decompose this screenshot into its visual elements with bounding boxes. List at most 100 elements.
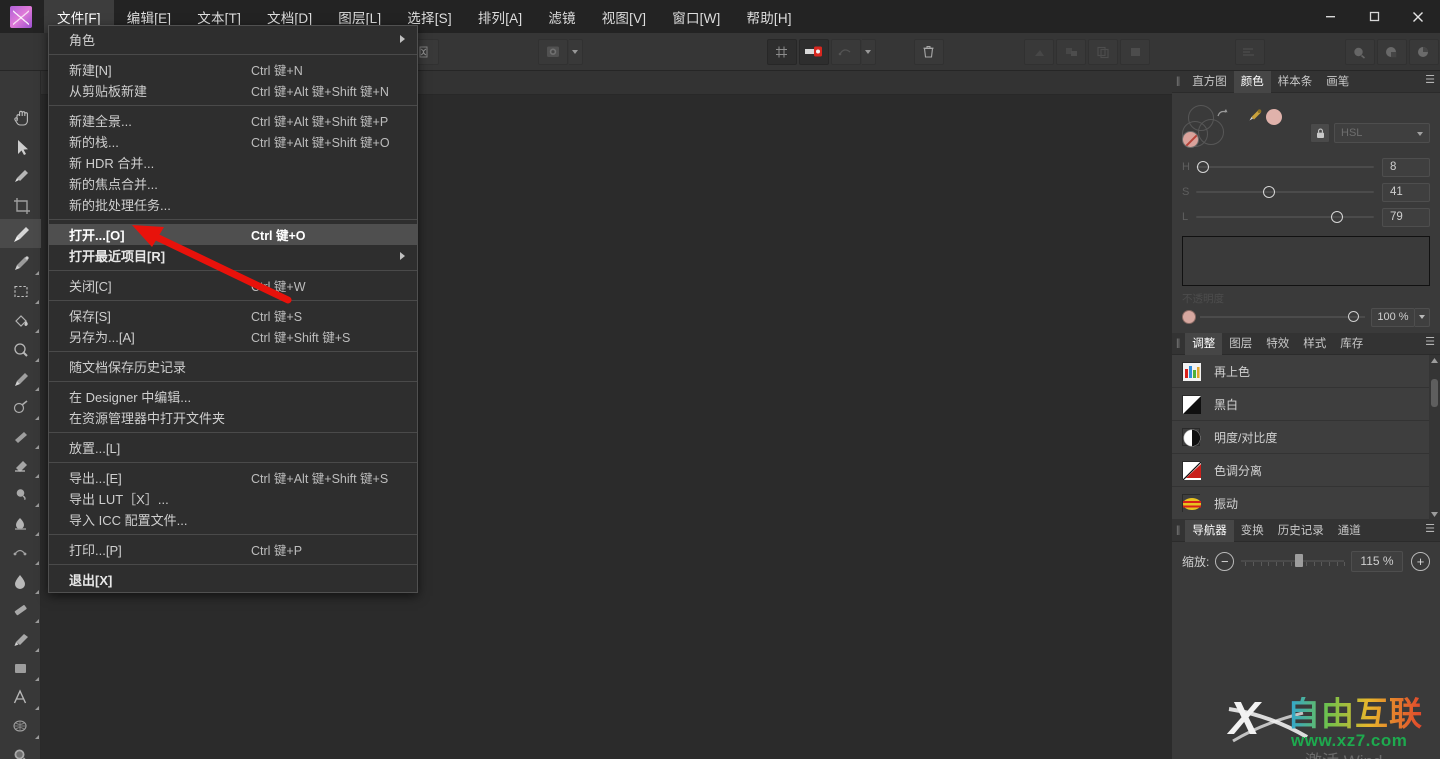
menu-10[interactable]: 帮助[H] — [734, 0, 805, 33]
toolbar-lens-dropdown-caret[interactable] — [568, 38, 583, 65]
tool-smudge-icon[interactable] — [0, 422, 41, 451]
scrollbar-thumb[interactable] — [1431, 379, 1438, 407]
tool-mesh-grid-icon[interactable] — [0, 712, 41, 741]
file-menu-item-32[interactable]: 退出[X] — [49, 569, 417, 590]
panel-grip-icon[interactable]: || — [1176, 338, 1180, 349]
toolbar-grid-icon[interactable] — [766, 38, 797, 65]
file-menu-item-21[interactable]: 在 Designer 中编辑... — [49, 386, 417, 407]
color-tab-1[interactable]: 颜色 — [1233, 70, 1271, 93]
zoom-in-button[interactable]: + — [1411, 551, 1430, 571]
toolbar-distribute-icon[interactable] — [1234, 38, 1265, 65]
adjust-panel-tabs[interactable]: || 调整 图层 特效 样式 库存 ☰ — [1172, 332, 1440, 355]
menu-9[interactable]: 窗口[W] — [659, 0, 733, 33]
hsl-slider-value-2[interactable]: 79 — [1382, 207, 1430, 227]
tool-pixel-brush-icon[interactable] — [0, 248, 41, 277]
color-wheel-widget[interactable] — [1182, 101, 1240, 153]
menu-7[interactable]: 滤镜 — [535, 0, 588, 33]
adjust-tab-2[interactable]: 特效 — [1259, 333, 1296, 355]
panel-menu-icon[interactable]: ☰ — [1425, 337, 1435, 348]
toolbar-align-bottom-icon[interactable] — [1056, 38, 1087, 65]
current-color-swatch[interactable] — [1266, 109, 1282, 125]
scroll-up-icon[interactable] — [1429, 355, 1440, 366]
minimize-button[interactable] — [1308, 0, 1352, 33]
tool-sponge-icon[interactable] — [0, 509, 41, 538]
file-menu-item-3[interactable]: 从剪贴板新建 Ctrl 键+Alt 键+Shift 键+N — [49, 80, 417, 101]
toolbar-snapping-dropdown-caret[interactable] — [861, 38, 876, 65]
color-tab-2[interactable]: 样本条 — [1271, 71, 1320, 93]
file-menu-item-30[interactable]: 打印...[P] Ctrl 键+P — [49, 539, 417, 560]
file-menu-item-2[interactable]: 新建[N] Ctrl 键+N — [49, 59, 417, 80]
toolbar-blend-icon[interactable] — [1344, 38, 1375, 65]
toolbar-pie-icon[interactable] — [1408, 38, 1439, 65]
tool-gradient-icon[interactable] — [0, 596, 41, 625]
adjust-tab-4[interactable]: 库存 — [1333, 333, 1370, 355]
file-menu-item-27[interactable]: 导出 LUT［X］... — [49, 488, 417, 509]
tool-crop-icon[interactable] — [0, 190, 41, 219]
file-menu-item-11[interactable]: 打开...[O] Ctrl 键+O — [49, 224, 417, 245]
tool-pan-hand-icon[interactable] — [0, 103, 41, 132]
hsl-slider-value-1[interactable]: 41 — [1382, 182, 1430, 202]
tool-healing-brush-icon[interactable] — [0, 393, 41, 422]
tool-color-picker-icon[interactable] — [0, 161, 41, 190]
menu-8[interactable]: 视图[V] — [589, 0, 660, 33]
tool-marquee-select-icon[interactable] — [0, 277, 41, 306]
tool-water-drop-icon[interactable] — [0, 567, 41, 596]
opacity-value[interactable]: 100 % — [1371, 307, 1415, 327]
close-button[interactable] — [1396, 0, 1440, 33]
tool-eraser-icon[interactable] — [0, 451, 41, 480]
opacity-dropdown-caret[interactable] — [1415, 307, 1430, 327]
adjust-tab-0[interactable]: 调整 — [1185, 332, 1223, 355]
file-menu-item-22[interactable]: 在资源管理器中打开文件夹 — [49, 407, 417, 428]
toolbar-assistant-icon[interactable] — [798, 38, 829, 65]
tool-paint-brush-icon[interactable] — [0, 219, 41, 248]
swap-colors-icon[interactable] — [1216, 107, 1230, 123]
toolbar-mask-icon[interactable] — [1376, 38, 1407, 65]
color-tab-3[interactable]: 画笔 — [1319, 71, 1356, 93]
menu-6[interactable]: 排列[A] — [465, 0, 536, 33]
toolbar-trash-icon[interactable] — [913, 38, 944, 65]
adjust-tab-1[interactable]: 图层 — [1222, 333, 1259, 355]
toolbar-fill-icon[interactable] — [1120, 38, 1151, 65]
file-menu-item-6[interactable]: 新的栈... Ctrl 键+Alt 键+Shift 键+O — [49, 131, 417, 152]
adjustment-row[interactable]: 色调分离 — [1172, 454, 1440, 487]
tool-blur-icon[interactable] — [0, 480, 41, 509]
scroll-down-icon[interactable] — [1429, 509, 1440, 520]
tool-move-arrow-icon[interactable] — [0, 132, 41, 161]
adjustments-scrollbar[interactable] — [1429, 355, 1440, 520]
tool-clone-brush-icon[interactable] — [0, 364, 41, 393]
adjust-tab-3[interactable]: 样式 — [1296, 333, 1333, 355]
color-tab-0[interactable]: 直方图 — [1185, 71, 1234, 93]
navigator-tab-0[interactable]: 导航器 — [1185, 519, 1234, 542]
hsl-slider-track-1[interactable] — [1196, 185, 1374, 199]
tool-flood-fill-icon[interactable] — [0, 306, 41, 335]
toolbar-align-left-icon[interactable] — [1024, 38, 1055, 65]
navigator-tab-2[interactable]: 历史记录 — [1271, 520, 1331, 542]
adjustment-row[interactable]: 振动 — [1172, 487, 1440, 520]
opacity-slider[interactable] — [1200, 310, 1365, 324]
file-menu-item-5[interactable]: 新建全景... Ctrl 键+Alt 键+Shift 键+P — [49, 110, 417, 131]
tool-pen-icon[interactable] — [0, 625, 41, 654]
color-model-select[interactable]: HSL — [1334, 123, 1430, 143]
panel-grip-icon[interactable]: || — [1176, 76, 1180, 87]
toolbar-duplicate-icon[interactable] — [1088, 38, 1119, 65]
toolbar-snapping-icon[interactable] — [830, 38, 861, 65]
color-panel-tabs[interactable]: || 直方图 颜色 样本条 画笔 ☰ — [1172, 70, 1440, 93]
tool-artistic-text-icon[interactable] — [0, 683, 41, 712]
panel-menu-icon[interactable]: ☰ — [1425, 524, 1435, 535]
tool-mesh-warp-icon[interactable] — [0, 538, 41, 567]
zoom-slider[interactable] — [1241, 552, 1346, 570]
file-menu-item-7[interactable]: 新 HDR 合并... — [49, 152, 417, 173]
navigator-panel-tabs[interactable]: || 导航器 变换 历史记录 通道 ☰ — [1172, 519, 1440, 542]
file-menu-dropdown[interactable]: 角色 新建[N] Ctrl 键+N 从剪贴板新建 Ctrl 键+Alt 键+Shift … — [48, 25, 418, 593]
adjustment-row[interactable]: 再上色 — [1172, 355, 1440, 388]
zoom-value[interactable]: 115 % — [1351, 550, 1403, 572]
panel-grip-icon[interactable]: || — [1176, 525, 1180, 536]
adjustment-row[interactable]: 黑白 — [1172, 388, 1440, 421]
tool-dodge-burn-icon[interactable] — [0, 335, 41, 364]
file-menu-item-16[interactable]: 保存[S] Ctrl 键+S — [49, 305, 417, 326]
zoom-out-button[interactable]: − — [1215, 551, 1235, 571]
adjustment-row[interactable]: 明度/对比度 — [1172, 421, 1440, 454]
file-menu-item-19[interactable]: 随文档保存历史记录 — [49, 356, 417, 377]
file-menu-item-17[interactable]: 另存为...[A] Ctrl 键+Shift 键+S — [49, 326, 417, 347]
navigator-tab-1[interactable]: 变换 — [1234, 520, 1271, 542]
